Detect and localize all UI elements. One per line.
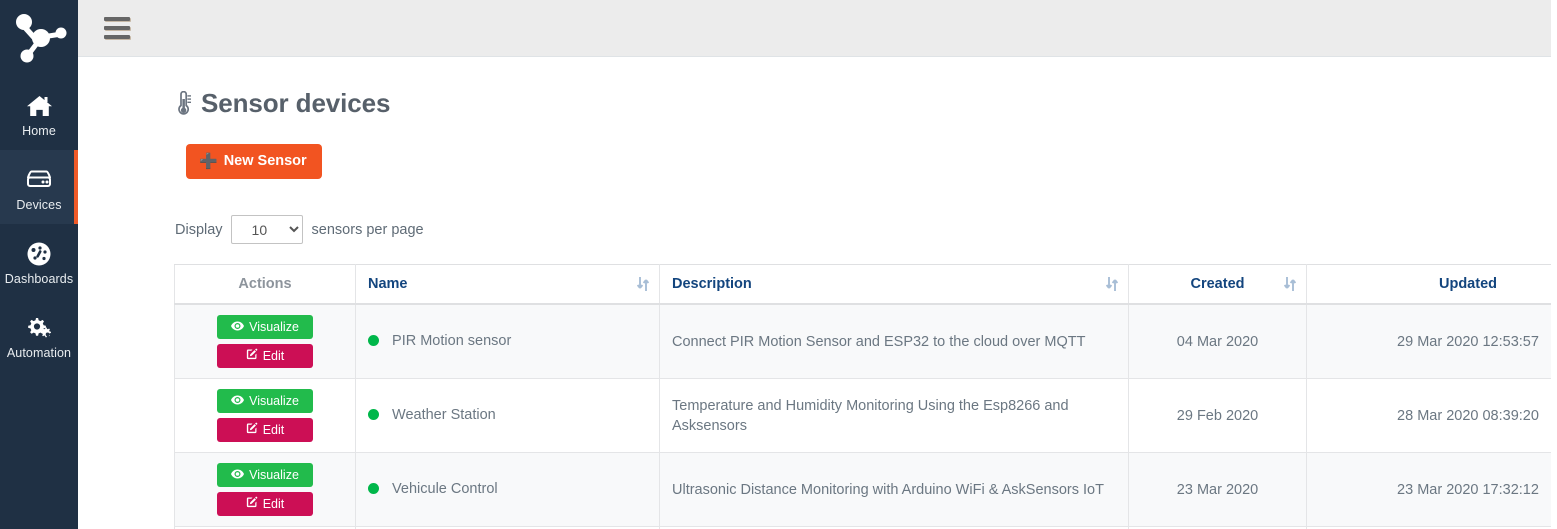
new-sensor-label: New Sensor [223, 153, 307, 169]
visualize-label: Visualize [249, 468, 299, 482]
column-header-label: Updated [1439, 276, 1497, 292]
name-cell: PIR Motion sensor [355, 303, 660, 379]
eye-icon [231, 393, 245, 409]
molecule-logo-icon [10, 13, 68, 63]
edit-button[interactable]: Edit [217, 418, 313, 442]
hamburger-icon[interactable] [104, 17, 130, 39]
new-sensor-button[interactable]: ➕ New Sensor [186, 144, 322, 179]
gauge-icon [25, 241, 53, 267]
sensor-name: Vehicule Control [392, 481, 498, 498]
sidebar-item-label: Dashboards [4, 271, 74, 286]
column-header-name[interactable]: Name [355, 264, 660, 305]
actions-cell: Visualize Edit [174, 378, 356, 453]
visualize-button[interactable]: Visualize [217, 463, 313, 487]
topbar [78, 0, 1557, 57]
pencil-square-icon [246, 496, 258, 512]
edit-button[interactable]: Edit [217, 492, 313, 516]
page-title-text: Sensor devices [201, 88, 391, 118]
home-icon [26, 93, 53, 119]
right-gutter [1551, 0, 1557, 529]
created-cell: 23 Mar 2020 [1128, 452, 1307, 527]
main-area: Sensor devices ➕ New Sensor Display 10 2… [78, 0, 1557, 529]
edit-label: Edit [262, 349, 285, 363]
display-prefix-label: Display [175, 221, 223, 238]
status-dot-icon [368, 335, 379, 347]
edit-label: Edit [262, 497, 285, 511]
sidebar-item-label: Devices [16, 197, 62, 212]
visualize-label: Visualize [249, 394, 299, 408]
visualize-button[interactable]: Visualize [217, 389, 313, 413]
app-root: Home Devices Dashboards Automation Senso… [0, 0, 1557, 529]
page-length-select[interactable]: 10 25 50 100 [230, 215, 303, 244]
sidebar: Home Devices Dashboards Automation [0, 0, 78, 529]
eye-icon [231, 319, 245, 335]
brand-logo[interactable] [0, 0, 78, 76]
visualize-button[interactable]: Visualize [217, 315, 313, 339]
sidebar-item-home[interactable]: Home [0, 76, 78, 150]
thermometer-icon [174, 90, 192, 117]
gears-icon [24, 315, 54, 341]
actions-cell: Visualize Edit [174, 452, 356, 527]
page-content: Sensor devices ➕ New Sensor Display 10 2… [78, 88, 1557, 529]
sensor-name: PIR Motion sensor [392, 333, 512, 350]
name-cell: Vehicule Control [355, 452, 660, 527]
column-header-label: Actions [238, 276, 292, 292]
hamburger-bar [104, 17, 130, 21]
sidebar-item-dashboards[interactable]: Dashboards [0, 224, 78, 298]
edit-button[interactable]: Edit [217, 344, 313, 368]
name-cell: Weather Station [355, 378, 660, 453]
edit-label: Edit [262, 423, 285, 437]
table-header-row: Actions Name Description Created Updated [174, 264, 1557, 305]
table-row[interactable]: Visualize Edit [174, 303, 1557, 379]
sort-both-icon [1284, 276, 1296, 292]
sensors-table: Actions Name Description Created Updated… [174, 264, 1557, 529]
actions-cell: Visualize Edit [174, 303, 356, 379]
status-dot-icon [368, 409, 379, 421]
sidebar-item-devices[interactable]: Devices [0, 150, 78, 224]
column-header-label: Name [368, 276, 408, 292]
eye-icon [231, 467, 245, 483]
column-header-label: Description [672, 276, 752, 292]
column-header-created[interactable]: Created [1128, 264, 1307, 305]
sidebar-item-label: Automation [6, 345, 72, 360]
sort-both-icon [1106, 276, 1118, 292]
column-header-description[interactable]: Description [659, 264, 1129, 305]
status-dot-icon [368, 483, 379, 495]
server-icon [24, 167, 54, 193]
visualize-label: Visualize [249, 320, 299, 334]
plus-icon: ➕ [199, 152, 218, 170]
hamburger-bar [104, 35, 130, 39]
created-cell: 04 Mar 2020 [1128, 303, 1307, 379]
sensor-name: Weather Station [392, 407, 496, 424]
sidebar-item-automation[interactable]: Automation [0, 298, 78, 372]
sidebar-item-label: Home [22, 123, 56, 138]
table-body: Visualize Edit PIR Motion sensor Connect… [174, 303, 1557, 529]
updated-cell: 28 Mar 2020 08:39:20 [1306, 378, 1557, 453]
sensors-table-wrapper: Actions Name Description Created Updated… [174, 264, 1557, 529]
description-cell: Ultrasonic Distance Monitoring with Ardu… [659, 452, 1129, 527]
sort-both-icon [637, 276, 649, 292]
display-suffix-label: sensors per page [311, 221, 424, 238]
table-row[interactable]: Visualize Edit [174, 452, 1557, 527]
description-cell: Temperature and Humidity Monitoring Usin… [659, 378, 1129, 453]
display-length-control: Display 10 25 50 100 sensors per page [175, 215, 1557, 244]
updated-cell: 29 Mar 2020 12:53:57 [1306, 303, 1557, 379]
table-row[interactable]: Visualize Edit [174, 378, 1557, 453]
hamburger-bar [104, 26, 130, 30]
updated-cell: 23 Mar 2020 17:32:12 [1306, 452, 1557, 527]
pencil-square-icon [246, 348, 258, 364]
pencil-square-icon [246, 422, 258, 438]
column-header-updated[interactable]: Updated [1306, 264, 1557, 305]
column-header-label: Created [1190, 276, 1245, 292]
column-header-actions: Actions [174, 264, 356, 305]
created-cell: 29 Feb 2020 [1128, 378, 1307, 453]
table-head: Actions Name Description Created Updated [174, 264, 1557, 305]
description-cell: Connect PIR Motion Sensor and ESP32 to t… [659, 303, 1129, 379]
page-title: Sensor devices [174, 88, 1557, 119]
